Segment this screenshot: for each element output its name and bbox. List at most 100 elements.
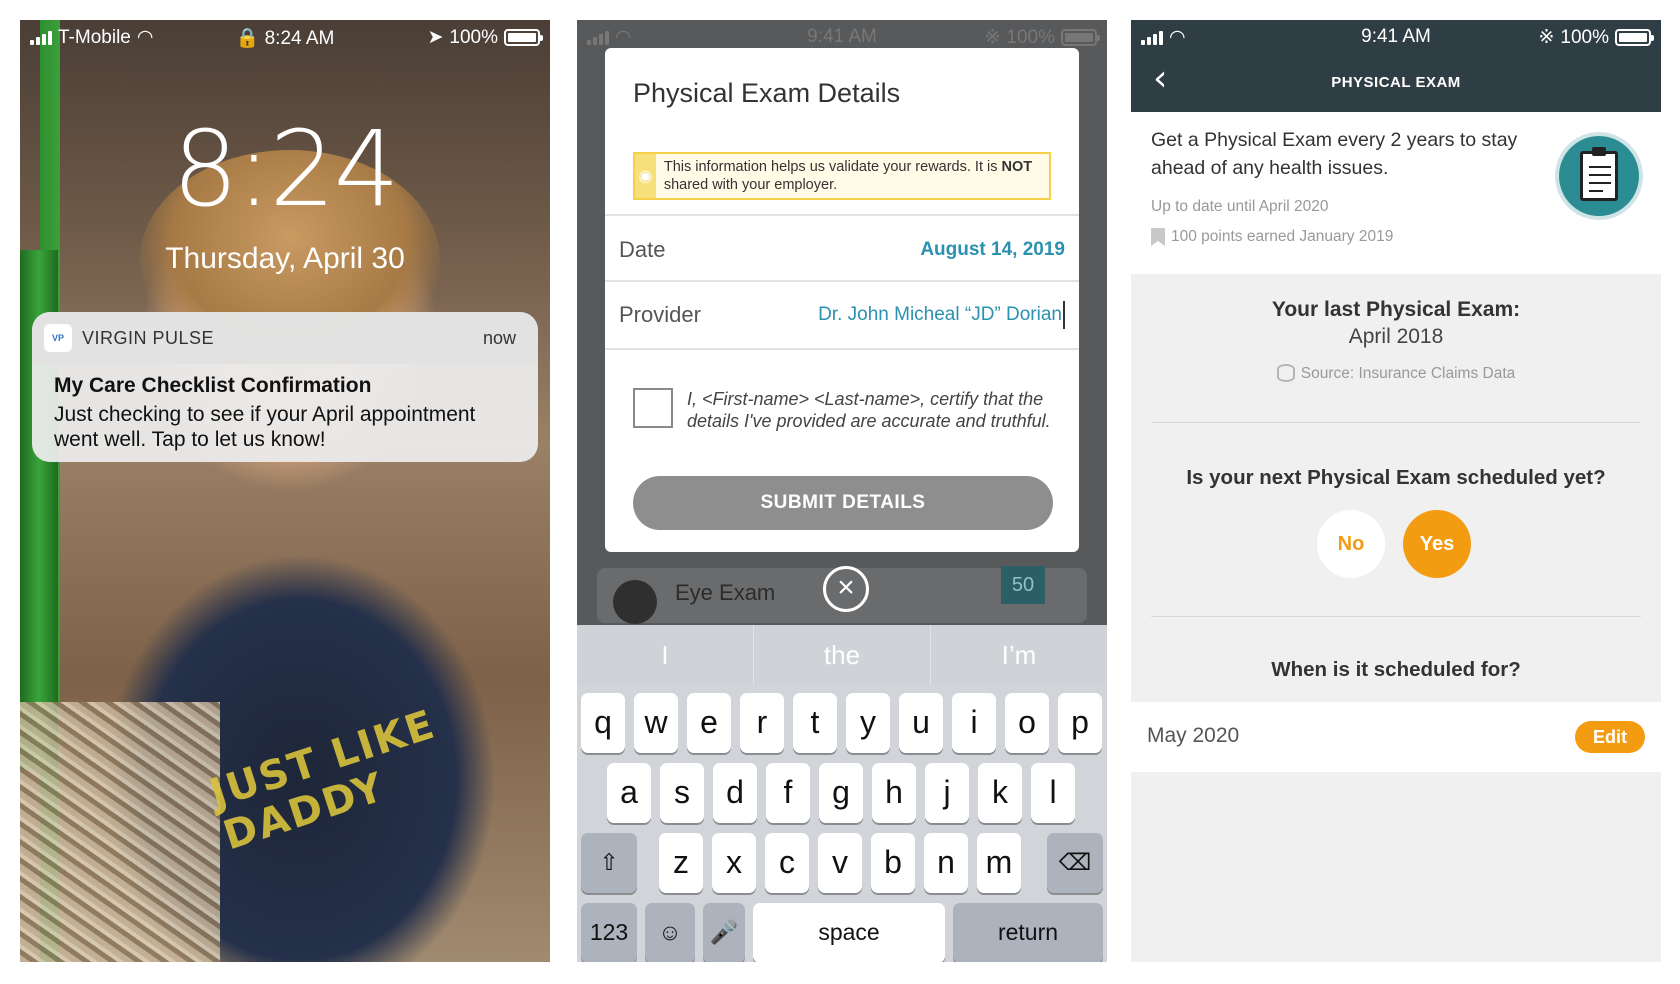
up-to-date-status: Up to date until April 2020	[1151, 198, 1329, 215]
key-i[interactable]: i	[952, 693, 996, 753]
last-exam-date: April 2018	[1348, 325, 1444, 348]
battery-icon	[504, 29, 543, 46]
notification-card[interactable]: VP VIRGIN PULSE now My Care Checklist Co…	[32, 312, 538, 462]
key-c[interactable]: c	[765, 833, 809, 893]
modal-title: Physical Exam Details	[633, 78, 901, 108]
key-t[interactable]: t	[793, 693, 837, 753]
data-source: Source: Insurance Claims Data	[1131, 364, 1661, 383]
exam-description: Get a Physical Exam every 2 years to sta…	[1151, 129, 1518, 179]
status-time: 9:41 AM	[1361, 26, 1431, 47]
key-q[interactable]: q	[581, 693, 625, 753]
keyboard-bottom-row: 123 ☺ 🎤 space return	[577, 903, 1107, 962]
notification-app-name: VIRGIN PULSE	[82, 327, 215, 348]
background-row-label: Eye Exam	[675, 580, 776, 605]
keyboard-suggestions: I the I’m	[577, 625, 1107, 685]
key-l[interactable]: l	[1031, 763, 1075, 823]
status-bar: T-Mobile ◠ 🔒 8:24 AM ➤ 100%	[20, 20, 550, 54]
date-value[interactable]: August 14, 2019	[920, 239, 1065, 261]
key-v[interactable]: v	[818, 833, 862, 893]
bluetooth-icon: ※	[984, 27, 1001, 48]
page-title: PHYSICAL EXAM	[1331, 74, 1461, 91]
suggestion-1[interactable]: I	[577, 625, 754, 685]
lock-date: Thursday, April 30	[165, 242, 405, 275]
battery-icon	[1061, 29, 1100, 46]
key-d[interactable]: d	[713, 763, 757, 823]
exam-details-modal: Physical Exam Details ◉ This information…	[605, 48, 1079, 552]
lock-icon: 🔒	[235, 28, 260, 49]
key-z[interactable]: z	[659, 833, 703, 893]
key-a[interactable]: a	[607, 763, 651, 823]
last-exam-heading: Your last Physical Exam:	[1271, 298, 1521, 321]
status-bar: ◠ 9:41 AM ※ 100%	[1131, 20, 1661, 54]
exam-detail-panel: ◠ 9:41 AM ※ 100% ‹ PHYSICAL EXAM Get a P…	[1131, 20, 1661, 962]
emoji-key[interactable]: ☺	[645, 903, 695, 962]
backspace-key[interactable]: ⌫	[1047, 833, 1103, 893]
battery-percent: 100%	[1006, 26, 1055, 48]
shift-key[interactable]: ⇧	[581, 833, 637, 893]
when-scheduled-heading: When is it scheduled for?	[1271, 658, 1521, 681]
key-f[interactable]: f	[766, 763, 810, 823]
no-option-button[interactable]: No	[1317, 510, 1385, 578]
bookmark-icon	[1151, 228, 1165, 246]
background-row-icon	[613, 580, 657, 624]
certify-checkbox[interactable]	[633, 388, 673, 428]
wood-chips	[20, 702, 220, 962]
notification-time: now	[482, 327, 516, 348]
keyboard: I the I’m qwertyuiop asdfghjkl ⇧ ⌫ zxcvb…	[577, 625, 1107, 962]
scheduled-date-row: May 2020 Edit	[1131, 702, 1661, 772]
key-y[interactable]: y	[846, 693, 890, 753]
key-x[interactable]: x	[712, 833, 756, 893]
notification-title: My Care Checklist Confirmation	[54, 374, 372, 397]
key-p[interactable]: p	[1058, 693, 1102, 753]
eye-slash-icon: ◉	[635, 154, 656, 198]
edit-button[interactable]: Edit	[1575, 721, 1645, 753]
scheduled-question: Is your next Physical Exam scheduled yet…	[1186, 466, 1606, 489]
suggestion-3[interactable]: I’m	[931, 625, 1107, 685]
key-e[interactable]: e	[687, 693, 731, 753]
lock-clock: 8:24	[172, 108, 400, 230]
numbers-key[interactable]: 123	[581, 903, 637, 962]
close-icon[interactable]: ×	[823, 566, 869, 612]
certify-row[interactable]: I, <First-name> <Last-name>, certify tha…	[633, 388, 1053, 432]
microphone-key[interactable]: 🎤	[703, 903, 745, 962]
scheduled-date-value: May 2020	[1147, 724, 1240, 747]
key-n[interactable]: n	[924, 833, 968, 893]
provider-field[interactable]: Provider Dr. John Micheal “JD” Dorian	[605, 280, 1079, 350]
provider-input[interactable]: Dr. John Micheal “JD” Dorian	[818, 301, 1065, 329]
shirt-print: JUST LIKE DADDY	[204, 701, 442, 860]
points-earned-text: 100 points earned January 2019	[1171, 228, 1394, 245]
data-source-text: Source: Insurance Claims Data	[1300, 365, 1516, 382]
key-u[interactable]: u	[899, 693, 943, 753]
key-w[interactable]: w	[634, 693, 678, 753]
key-h[interactable]: h	[872, 763, 916, 823]
key-j[interactable]: j	[925, 763, 969, 823]
key-s[interactable]: s	[660, 763, 704, 823]
bluetooth-icon: ※	[1538, 27, 1555, 48]
text-cursor	[1063, 301, 1065, 329]
nav-header: ◠ 9:41 AM ※ 100% ‹ PHYSICAL EXAM	[1131, 20, 1661, 112]
date-field[interactable]: Date August 14, 2019	[605, 214, 1079, 284]
key-g[interactable]: g	[819, 763, 863, 823]
exam-summary-card: Get a Physical Exam every 2 years to sta…	[1131, 112, 1661, 274]
date-label: Date	[619, 237, 666, 262]
key-o[interactable]: o	[1005, 693, 1049, 753]
key-k[interactable]: k	[978, 763, 1022, 823]
background-points-badge: 50	[1001, 566, 1045, 604]
key-m[interactable]: m	[977, 833, 1021, 893]
return-key[interactable]: return	[953, 903, 1103, 962]
suggestion-2[interactable]: the	[754, 625, 931, 685]
privacy-notice: ◉ This information helps us validate you…	[633, 152, 1051, 200]
lock-screen-panel: JUST LIKE DADDY T-Mobile ◠ 🔒 8:24 AM ➤ 1…	[20, 20, 550, 962]
key-b[interactable]: b	[871, 833, 915, 893]
space-key[interactable]: space	[753, 903, 945, 962]
database-icon	[1276, 364, 1295, 382]
virgin-pulse-app-icon: VP	[44, 324, 72, 352]
submit-details-button[interactable]: SUBMIT DETAILS	[633, 476, 1053, 530]
status-time: 8:24 AM	[264, 28, 335, 49]
battery-icon	[1615, 29, 1654, 46]
provider-label: Provider	[619, 302, 701, 327]
divider	[1151, 616, 1641, 617]
key-r[interactable]: r	[740, 693, 784, 753]
battery-percent: 100%	[1560, 26, 1609, 48]
yes-option-button[interactable]: Yes	[1403, 510, 1471, 578]
